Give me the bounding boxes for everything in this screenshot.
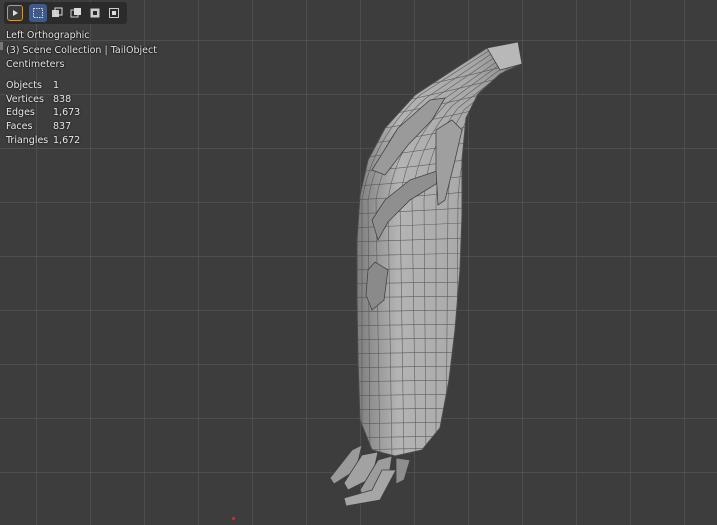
tail-prong-5 bbox=[395, 457, 411, 485]
world-origin-marker bbox=[232, 517, 235, 520]
tail-mesh[interactable] bbox=[0, 0, 717, 525]
